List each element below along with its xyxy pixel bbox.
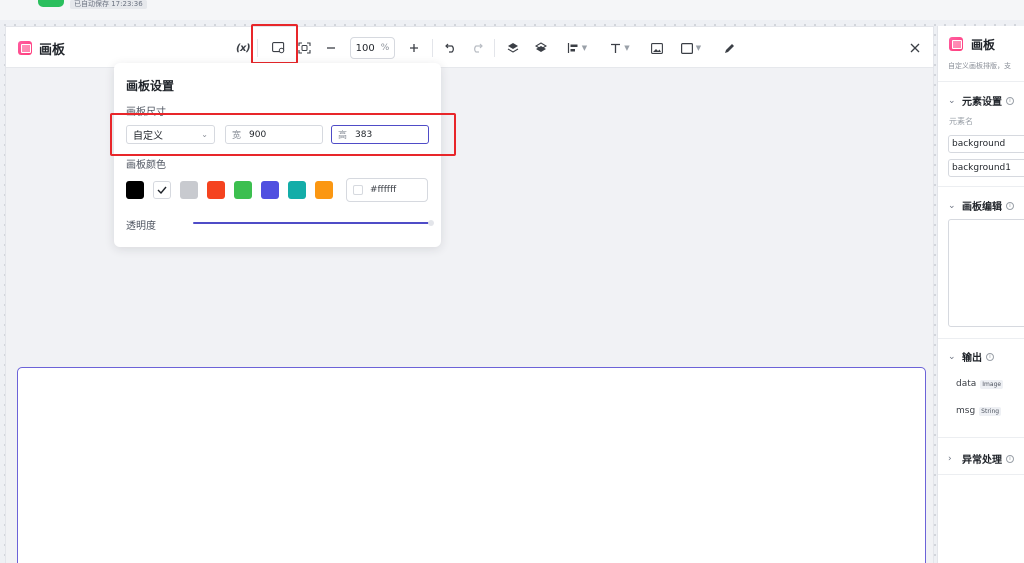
swatch-red[interactable] [207, 181, 225, 199]
fit-canvas-button[interactable] [296, 39, 312, 57]
swatch-blue[interactable] [261, 181, 279, 199]
divider [938, 474, 1024, 475]
swatch-gray[interactable] [180, 181, 198, 199]
opacity-slider[interactable] [193, 222, 430, 224]
chevron-right-icon: › [948, 453, 952, 464]
properties-panel: 画板 自定义画板排版，支 ⌄ 元素设置 i 元素名 background bac… [937, 26, 1024, 563]
chevron-down-icon: ▼ [695, 44, 702, 52]
plus-icon [410, 44, 418, 52]
close-icon [910, 43, 920, 53]
output-type-tag: Image [980, 379, 1004, 389]
chevron-down-icon: ▼ [624, 44, 630, 52]
output-header[interactable]: ⌄ 输出 i [948, 349, 994, 364]
output-title: 输出 [962, 353, 982, 364]
redo-button[interactable] [470, 39, 484, 57]
zoom-unit: % [380, 43, 390, 53]
text-dropdown[interactable]: ▼ [606, 39, 634, 57]
chevron-down-icon: ⌄ [948, 351, 956, 362]
element-name-input[interactable]: background [948, 135, 1024, 153]
info-icon: i [1006, 201, 1014, 210]
divider [938, 338, 1024, 339]
top-bar: 已自动保存 17:23:36 [0, 0, 1024, 20]
canvas-edit-header[interactable]: ⌄ 画板编辑 i [948, 198, 1014, 213]
popover-title: 画板设置 [126, 79, 175, 93]
layer-down-icon [535, 42, 547, 52]
fit-screen-icon [297, 42, 311, 54]
opacity-slider-handle[interactable] [428, 220, 434, 226]
zoom-input[interactable]: 100 % [350, 37, 395, 59]
app-badge [38, 0, 64, 7]
color-preview-chip [353, 185, 363, 195]
editor-toolbar: 画板 (x) 100 % ▼ ▼ ▼ [6, 27, 933, 68]
output-type-tag: String [979, 406, 1002, 416]
canvas-app-icon [18, 41, 32, 55]
output-name: data [956, 379, 977, 389]
image-icon [651, 42, 663, 54]
hex-color-input[interactable]: #ffffff [346, 178, 428, 202]
element-settings-title: 元素设置 [962, 97, 1002, 108]
zoom-in-button[interactable] [407, 39, 421, 57]
editor-title: 画板 [39, 43, 66, 58]
panel-subtitle: 自定义画板排版，支 [948, 62, 1011, 70]
element-name-label: 元素名 [949, 117, 973, 126]
info-icon: i [1006, 454, 1014, 463]
bring-forward-button[interactable] [506, 39, 520, 57]
highlight-settings-button [251, 24, 298, 64]
output-item: data Image [956, 379, 1004, 389]
chevron-down-icon: ⌄ [948, 95, 956, 106]
insert-image-button[interactable] [650, 39, 664, 57]
exception-header[interactable]: › 异常处理 i [948, 451, 1014, 466]
swatch-teal[interactable] [288, 181, 306, 199]
canvas-app-icon [949, 37, 963, 51]
zoom-out-button[interactable] [324, 39, 338, 57]
autosave-status: 已自动保存 17:23:36 [70, 0, 147, 9]
highlight-size-row [110, 113, 456, 156]
layer-up-icon [507, 43, 519, 53]
swatch-orange[interactable] [315, 181, 333, 199]
align-dropdown[interactable]: ▼ [562, 39, 592, 57]
divider [938, 437, 1024, 438]
divider [938, 186, 1024, 187]
element-settings-header[interactable]: ⌄ 元素设置 i [948, 93, 1014, 108]
redo-icon [474, 43, 483, 53]
text-icon [611, 43, 621, 53]
variable-button[interactable]: (x) [235, 39, 251, 57]
check-icon [157, 186, 167, 194]
pen-icon [724, 43, 734, 53]
zoom-value: 100 [355, 42, 375, 54]
hex-value: #ffffff [370, 185, 397, 195]
minus-icon [327, 47, 335, 49]
color-label: 画板颜色 [126, 160, 166, 171]
output-name: msg [956, 406, 976, 416]
chevron-down-icon: ⌄ [948, 200, 956, 211]
info-icon: i [1006, 96, 1014, 105]
opacity-label: 透明度 [126, 221, 156, 232]
canvas-edit-area[interactable] [948, 219, 1024, 327]
swatch-green[interactable] [234, 181, 252, 199]
undo-button[interactable] [444, 39, 458, 57]
rectangle-icon [680, 42, 693, 54]
toolbar-divider [494, 39, 495, 57]
canvas-edit-title: 画板编辑 [962, 202, 1002, 213]
element-name-input[interactable]: background1 [948, 159, 1024, 177]
pen-tool-button[interactable] [722, 39, 736, 57]
exception-title: 异常处理 [962, 455, 1002, 466]
panel-title: 画板 [971, 38, 996, 52]
undo-icon [445, 43, 454, 53]
swatch-white[interactable] [153, 181, 171, 199]
output-item: msg String [956, 406, 1002, 416]
swatch-black[interactable] [126, 181, 144, 199]
toolbar-divider [432, 39, 433, 57]
shape-dropdown[interactable]: ▼ [677, 39, 705, 57]
send-backward-button[interactable] [534, 39, 548, 57]
align-left-icon [567, 43, 578, 53]
info-icon: i [986, 352, 994, 361]
chevron-down-icon: ▼ [581, 44, 588, 52]
close-button[interactable] [908, 39, 922, 57]
divider [938, 81, 1024, 82]
artboard[interactable] [17, 367, 926, 563]
